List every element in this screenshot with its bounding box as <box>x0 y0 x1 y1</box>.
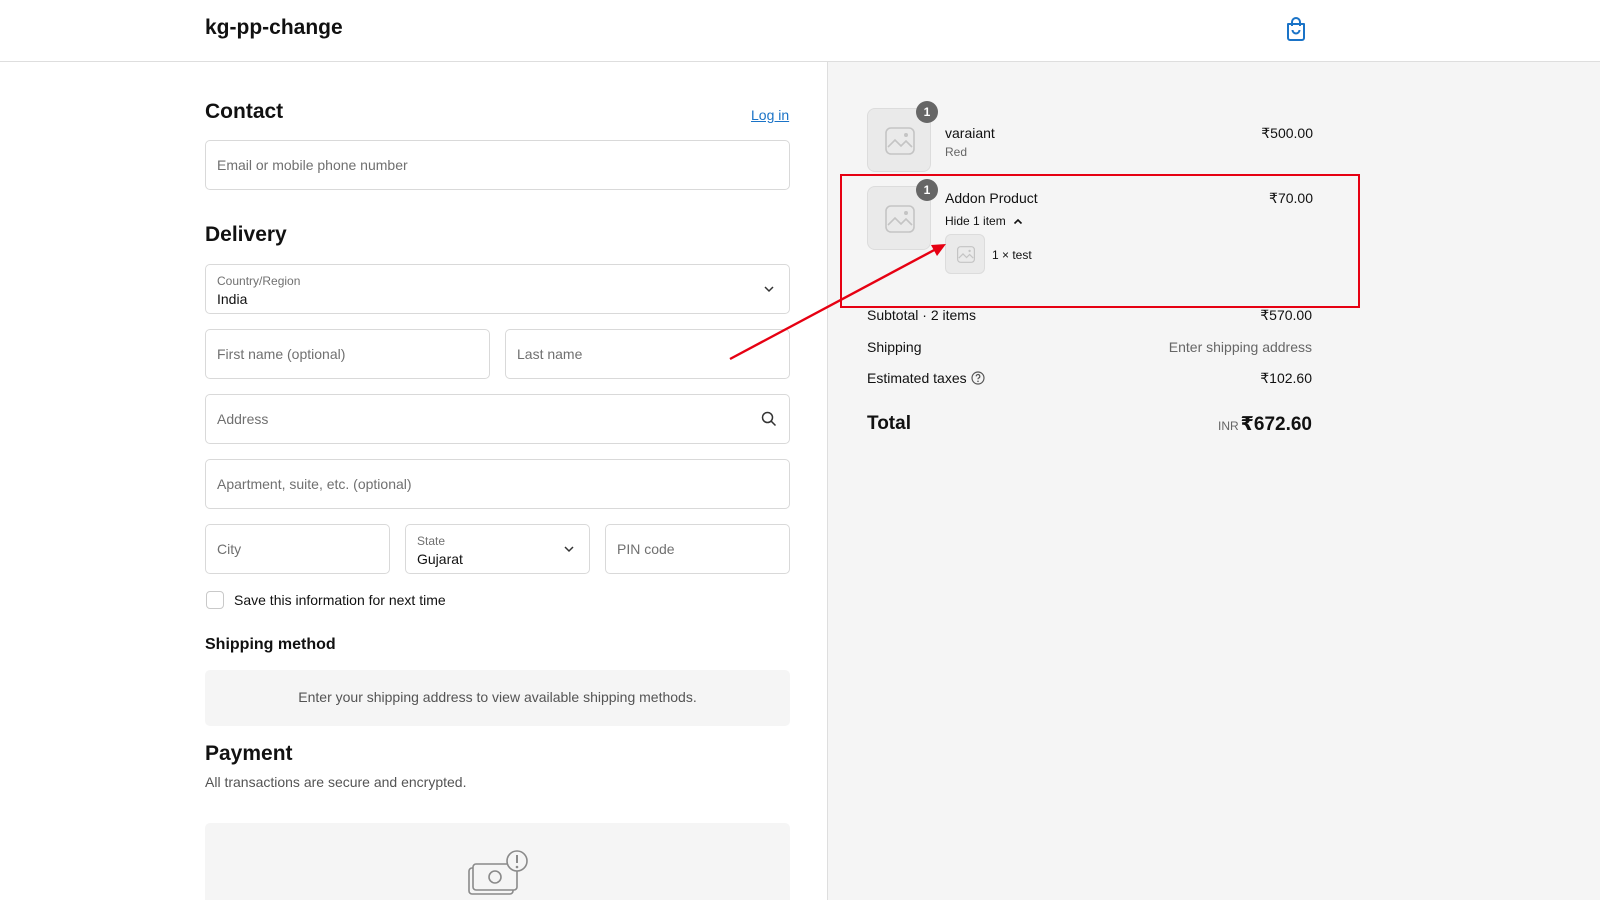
address-field[interactable]: Address <box>205 394 790 444</box>
email-placeholder: Email or mobile phone number <box>217 157 408 173</box>
first-name-field[interactable]: First name (optional) <box>205 329 490 379</box>
sub-item-thumbnail <box>945 234 985 274</box>
quantity-badge: 1 <box>916 101 938 123</box>
last-name-placeholder: Last name <box>517 346 583 362</box>
total-label: Total <box>867 413 911 434</box>
email-field[interactable]: Email or mobile phone number <box>205 140 790 190</box>
country-select[interactable]: Country/Region India <box>205 264 790 314</box>
last-name-field[interactable]: Last name <box>505 329 790 379</box>
shipping-method-title: Shipping method <box>205 636 336 653</box>
checkout-form: Contact Log in Email or mobile phone num… <box>0 62 827 900</box>
delivery-title: Delivery <box>205 223 287 246</box>
address-placeholder: Address <box>217 411 269 427</box>
state-value: Gujarat <box>417 551 463 567</box>
cash-warning-icon <box>468 850 528 895</box>
total-currency: INR <box>1218 419 1239 433</box>
search-icon[interactable] <box>761 411 777 427</box>
subtotal-label: Subtotal · 2 items <box>867 307 976 323</box>
sub-item-label: 1 × test <box>992 248 1032 262</box>
shipping-label: Shipping <box>867 339 922 355</box>
apartment-field[interactable]: Apartment, suite, etc. (optional) <box>205 459 790 509</box>
item-variant: Red <box>945 145 968 159</box>
city-field[interactable]: City <box>205 524 390 574</box>
subtotal-value: ₹570.00 <box>1260 307 1312 323</box>
item-price: ₹500.00 <box>1261 125 1313 141</box>
city-placeholder: City <box>217 541 242 557</box>
item-name: varaiant <box>945 125 995 141</box>
login-link[interactable]: Log in <box>751 107 789 123</box>
payment-title: Payment <box>205 742 293 765</box>
header: kg-pp-change <box>0 0 1600 62</box>
image-placeholder-icon <box>885 205 915 233</box>
item-price: ₹70.00 <box>1269 190 1313 206</box>
hide-items-toggle[interactable]: Hide 1 item <box>945 214 1023 228</box>
pin-code-placeholder: PIN code <box>617 541 675 557</box>
image-placeholder-icon <box>885 127 915 155</box>
image-placeholder-icon <box>957 246 975 263</box>
chevron-down-icon <box>564 546 574 553</box>
hide-items-label: Hide 1 item <box>945 214 1006 228</box>
taxes-value: ₹102.60 <box>1260 370 1312 386</box>
shipping-value: Enter shipping address <box>1168 339 1312 355</box>
help-icon[interactable] <box>971 371 985 385</box>
taxes-label: Estimated taxes <box>867 370 967 386</box>
store-name[interactable]: kg-pp-change <box>205 16 343 40</box>
shipping-method-message: Enter your shipping address to view avai… <box>298 689 697 705</box>
chevron-down-icon <box>764 286 774 293</box>
apartment-placeholder: Apartment, suite, etc. (optional) <box>217 476 412 492</box>
payment-subtitle: All transactions are secure and encrypte… <box>205 774 467 790</box>
state-label: State <box>417 534 446 548</box>
first-name-placeholder: First name (optional) <box>217 346 346 362</box>
quantity-badge: 1 <box>916 179 938 201</box>
chevron-up-icon <box>1013 218 1023 225</box>
save-info-label[interactable]: Save this information for next time <box>234 592 446 608</box>
shopping-bag-icon[interactable] <box>1284 16 1308 42</box>
order-summary <box>827 62 1600 900</box>
save-info-checkbox[interactable] <box>206 591 224 609</box>
total-value: ₹672.60 <box>1240 414 1312 435</box>
contact-title: Contact <box>205 100 284 123</box>
state-select[interactable]: State Gujarat <box>405 524 590 574</box>
payment-methods-box <box>205 823 790 900</box>
shipping-method-notice: Enter your shipping address to view avai… <box>205 670 790 726</box>
country-label: Country/Region <box>217 274 301 288</box>
country-value: India <box>217 291 248 307</box>
item-name: Addon Product <box>945 190 1038 206</box>
pin-code-field[interactable]: PIN code <box>605 524 790 574</box>
